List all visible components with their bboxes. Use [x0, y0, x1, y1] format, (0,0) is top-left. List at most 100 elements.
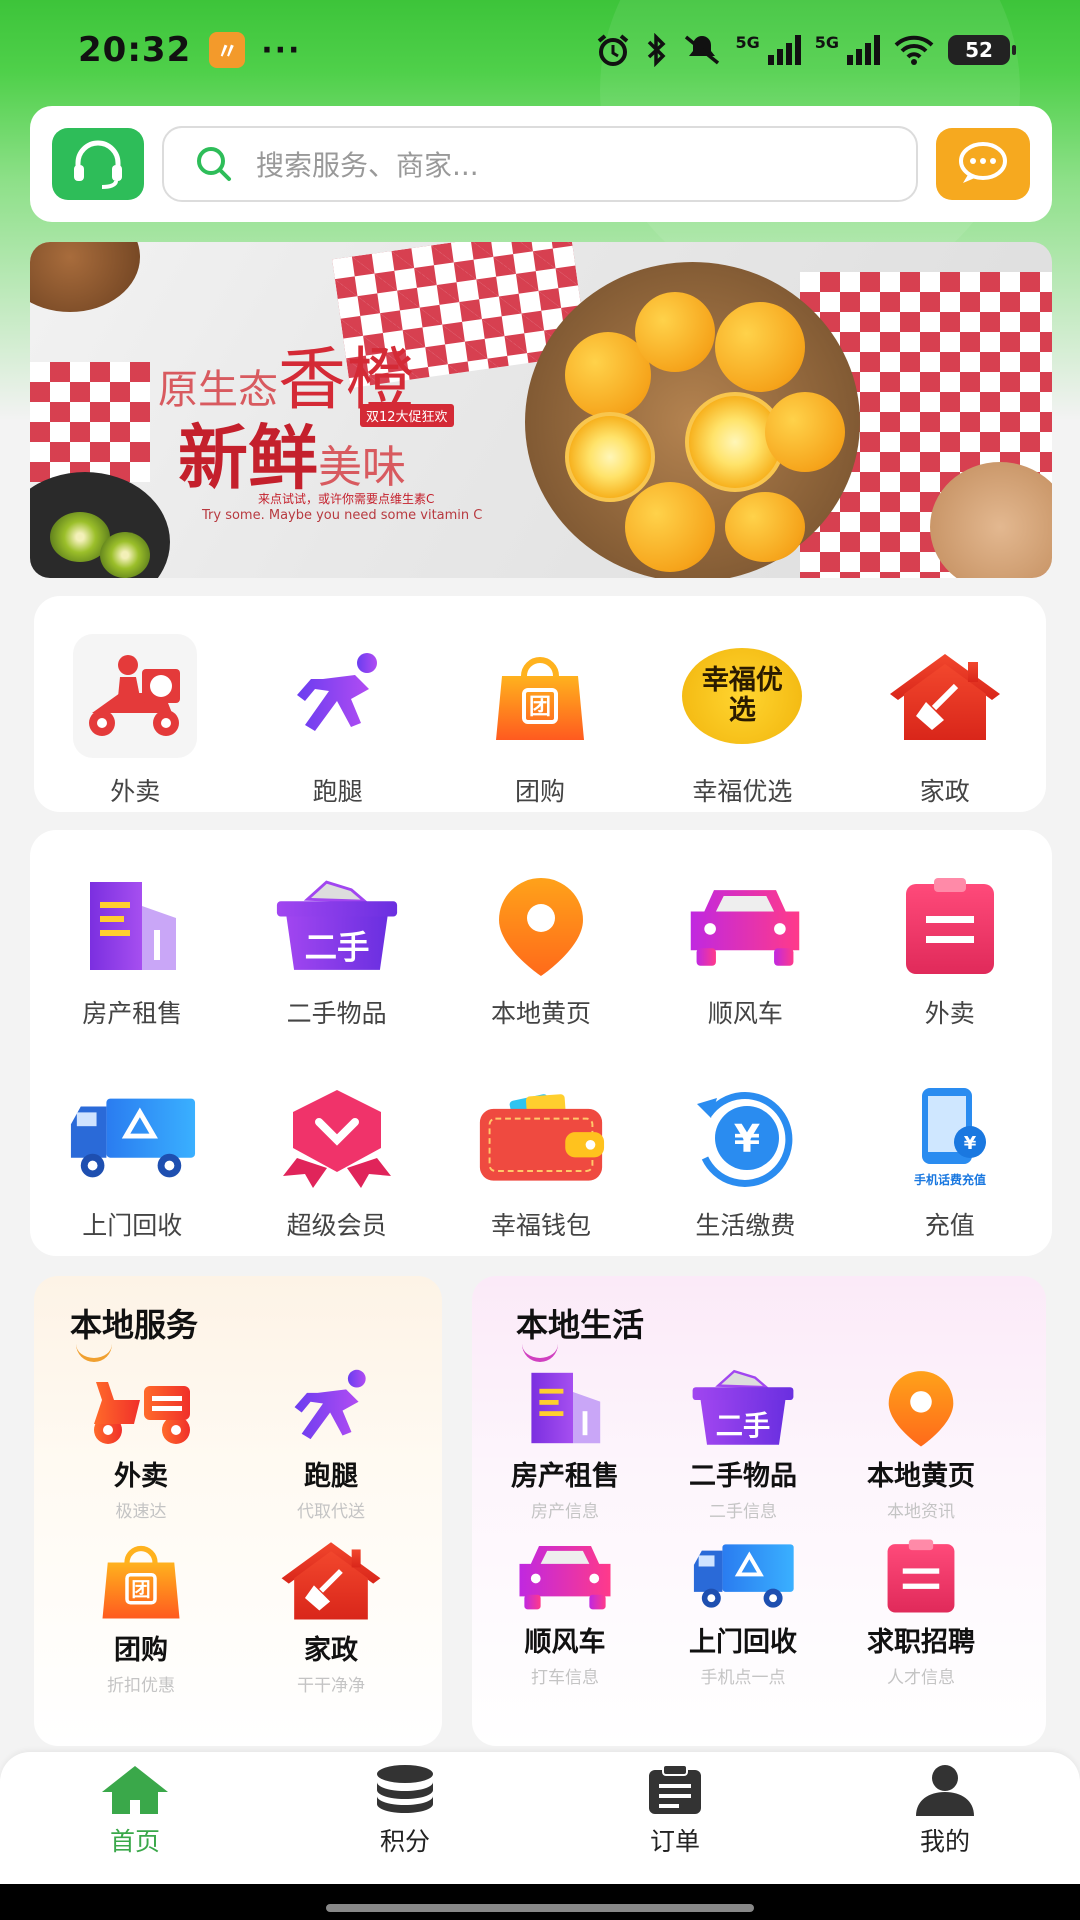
tab-orders[interactable]: 订单 — [540, 1752, 810, 1884]
grid-item-label: 顺风车 — [707, 999, 783, 1028]
service-desc: 手机点一点 — [700, 1668, 786, 1688]
quick-item-label: 跑腿 — [312, 777, 363, 806]
grid-item-carpool[interactable]: 顺风车 — [643, 870, 847, 1030]
more-notifications-icon: ··· — [261, 32, 302, 68]
tab-label: 订单 — [649, 1827, 700, 1856]
grid-item-wallet[interactable]: 幸福钱包 — [439, 1082, 643, 1242]
grid-menu-card: 房产租售 二手 二手物品 本地黄页 顺风车 外卖 上门回收 超级会员 幸福钱包 … — [30, 830, 1052, 1256]
vip-badge-icon — [275, 1082, 399, 1194]
grid-item-takeout[interactable]: 外卖 — [848, 870, 1052, 1030]
grid-item-bill-pay[interactable]: ¥ 生活缴费 — [643, 1082, 847, 1242]
running-man-icon — [294, 1369, 375, 1440]
orange-basket-image — [525, 262, 860, 578]
grid-item-label: 生活缴费 — [695, 1211, 796, 1240]
svg-text:团: 团 — [131, 1578, 150, 1601]
wallet-icon — [476, 1082, 606, 1194]
grid-item-label: 上门回收 — [82, 1211, 183, 1240]
service-desc: 代取代送 — [297, 1502, 365, 1522]
local-life-item-carpool[interactable]: 顺风车 打车信息 — [480, 1538, 650, 1688]
grid-item-label: 外卖 — [924, 999, 975, 1028]
service-desc: 二手信息 — [709, 1502, 777, 1522]
location-pin-icon — [479, 870, 603, 982]
grid-item-yellow-pages[interactable]: 本地黄页 — [439, 870, 643, 1030]
local-service-item-housekeeping[interactable]: 家政 干干净净 — [246, 1538, 416, 1696]
local-life-item-jobs[interactable]: 求职招聘 人才信息 — [836, 1538, 1006, 1688]
quick-item-happy-select[interactable]: 幸福优选 幸福优选 — [641, 634, 843, 812]
clipboard-icon — [887, 1539, 955, 1613]
tab-label: 我的 — [919, 1827, 970, 1856]
car-icon — [683, 870, 807, 982]
banner-cloth-left — [30, 362, 150, 482]
local-life-title: 本地生活 — [516, 1300, 644, 1362]
tab-label: 首页 — [109, 1827, 160, 1856]
tab-home[interactable]: 首页 — [0, 1752, 270, 1884]
network-5g-label: 5G — [735, 33, 760, 52]
local-life-item-property[interactable]: 房产租售 房产信息 — [480, 1368, 650, 1522]
grid-item-label: 超级会员 — [286, 1211, 387, 1240]
service-name: 顺风车 — [524, 1627, 606, 1658]
grid-item-recycle[interactable]: 上门回收 — [30, 1082, 234, 1242]
svg-text:¥: ¥ — [963, 1133, 976, 1154]
clipboard-icon — [888, 870, 1012, 982]
local-life-item-recycle[interactable]: 上门回收 手机点一点 — [658, 1538, 828, 1688]
local-life-item-yellow-pages[interactable]: 本地黄页 本地资讯 — [836, 1368, 1006, 1522]
banner-subtitle-en: Try some. Maybe you need some vitamin C — [202, 508, 483, 523]
notification-app-icon: 〃 — [209, 32, 246, 68]
search-placeholder: 搜索服务、商家... — [256, 149, 479, 182]
grid-item-secondhand[interactable]: 二手 二手物品 — [234, 870, 438, 1030]
service-desc: 干干净净 — [297, 1676, 365, 1696]
recycle-truck-icon — [67, 1082, 197, 1194]
tab-mine[interactable]: 我的 — [810, 1752, 1080, 1884]
phone-recharge-icon: ¥ 手机话费充值 — [888, 1082, 1012, 1194]
delivery-scooter-icon — [73, 634, 198, 758]
battery-icon: 52 — [948, 35, 1016, 65]
service-name: 本地黄页 — [867, 1461, 975, 1492]
quick-item-groupbuy[interactable]: 团 团购 — [439, 634, 641, 812]
service-desc: 本地资讯 — [887, 1502, 955, 1522]
message-button[interactable] — [936, 128, 1030, 200]
tab-points[interactable]: 积分 — [270, 1752, 540, 1884]
grid-item-super-vip[interactable]: 超级会员 — [234, 1082, 438, 1242]
group-buy-bag-icon: 团 — [102, 1545, 180, 1619]
service-name: 外卖 — [114, 1461, 168, 1492]
alarm-icon — [598, 34, 629, 66]
service-name: 求职招聘 — [867, 1627, 975, 1658]
local-service-item-takeout[interactable]: 外卖 极速达 — [56, 1368, 226, 1522]
quick-item-errand[interactable]: 跑腿 — [236, 634, 438, 812]
local-service-item-groupbuy[interactable]: 团 团购 折扣优惠 — [56, 1538, 226, 1696]
service-desc: 人才信息 — [887, 1668, 955, 1688]
car-icon — [519, 1545, 611, 1610]
home-gesture-handle[interactable] — [326, 1904, 754, 1912]
search-input[interactable]: 搜索服务、商家... — [162, 126, 918, 202]
local-life-item-secondhand[interactable]: 二手 二手物品 二手信息 — [658, 1368, 828, 1522]
grid-item-recharge[interactable]: ¥ 手机话费充值 充值 — [848, 1082, 1052, 1242]
banner-tag: 双12大促狂欢 — [360, 404, 454, 427]
service-name: 团购 — [114, 1635, 168, 1666]
quick-item-label: 团购 — [514, 777, 565, 806]
service-name: 家政 — [304, 1635, 358, 1666]
service-name: 房产租售 — [511, 1461, 619, 1492]
recycle-truck-icon — [693, 1544, 794, 1608]
order-clipboard-icon — [649, 1764, 701, 1814]
local-service-item-errand[interactable]: 跑腿 代取代送 — [246, 1368, 416, 1522]
promo-banner[interactable]: 原生态香橙 新鲜美味 双12大促狂欢 来点试试，或许你需要点维生素C Try s… — [30, 242, 1052, 578]
kiwi-plate-image — [30, 472, 170, 578]
building-icon — [70, 870, 194, 982]
chat-bubble-icon — [959, 142, 1007, 183]
grid-item-property[interactable]: 房产租售 — [30, 870, 234, 1030]
quick-item-takeout[interactable]: 外卖 — [34, 634, 236, 812]
house-broom-icon — [281, 1542, 381, 1620]
signal-icon-2 — [847, 35, 880, 65]
grid-item-label: 幸福钱包 — [490, 1211, 591, 1240]
service-name: 上门回收 — [689, 1627, 797, 1658]
location-pin-icon — [888, 1371, 954, 1447]
customer-service-button[interactable] — [52, 128, 144, 200]
quick-item-label: 家政 — [919, 777, 970, 806]
local-service-title: 本地服务 — [70, 1300, 198, 1362]
system-navigation-bar — [0, 1884, 1080, 1920]
search-icon — [197, 147, 231, 181]
quick-item-housekeeping[interactable]: 家政 — [844, 634, 1046, 812]
grid-item-label: 本地黄页 — [490, 999, 591, 1028]
group-buy-bag-icon: 团 — [478, 634, 602, 758]
signal-icon — [767, 35, 801, 65]
